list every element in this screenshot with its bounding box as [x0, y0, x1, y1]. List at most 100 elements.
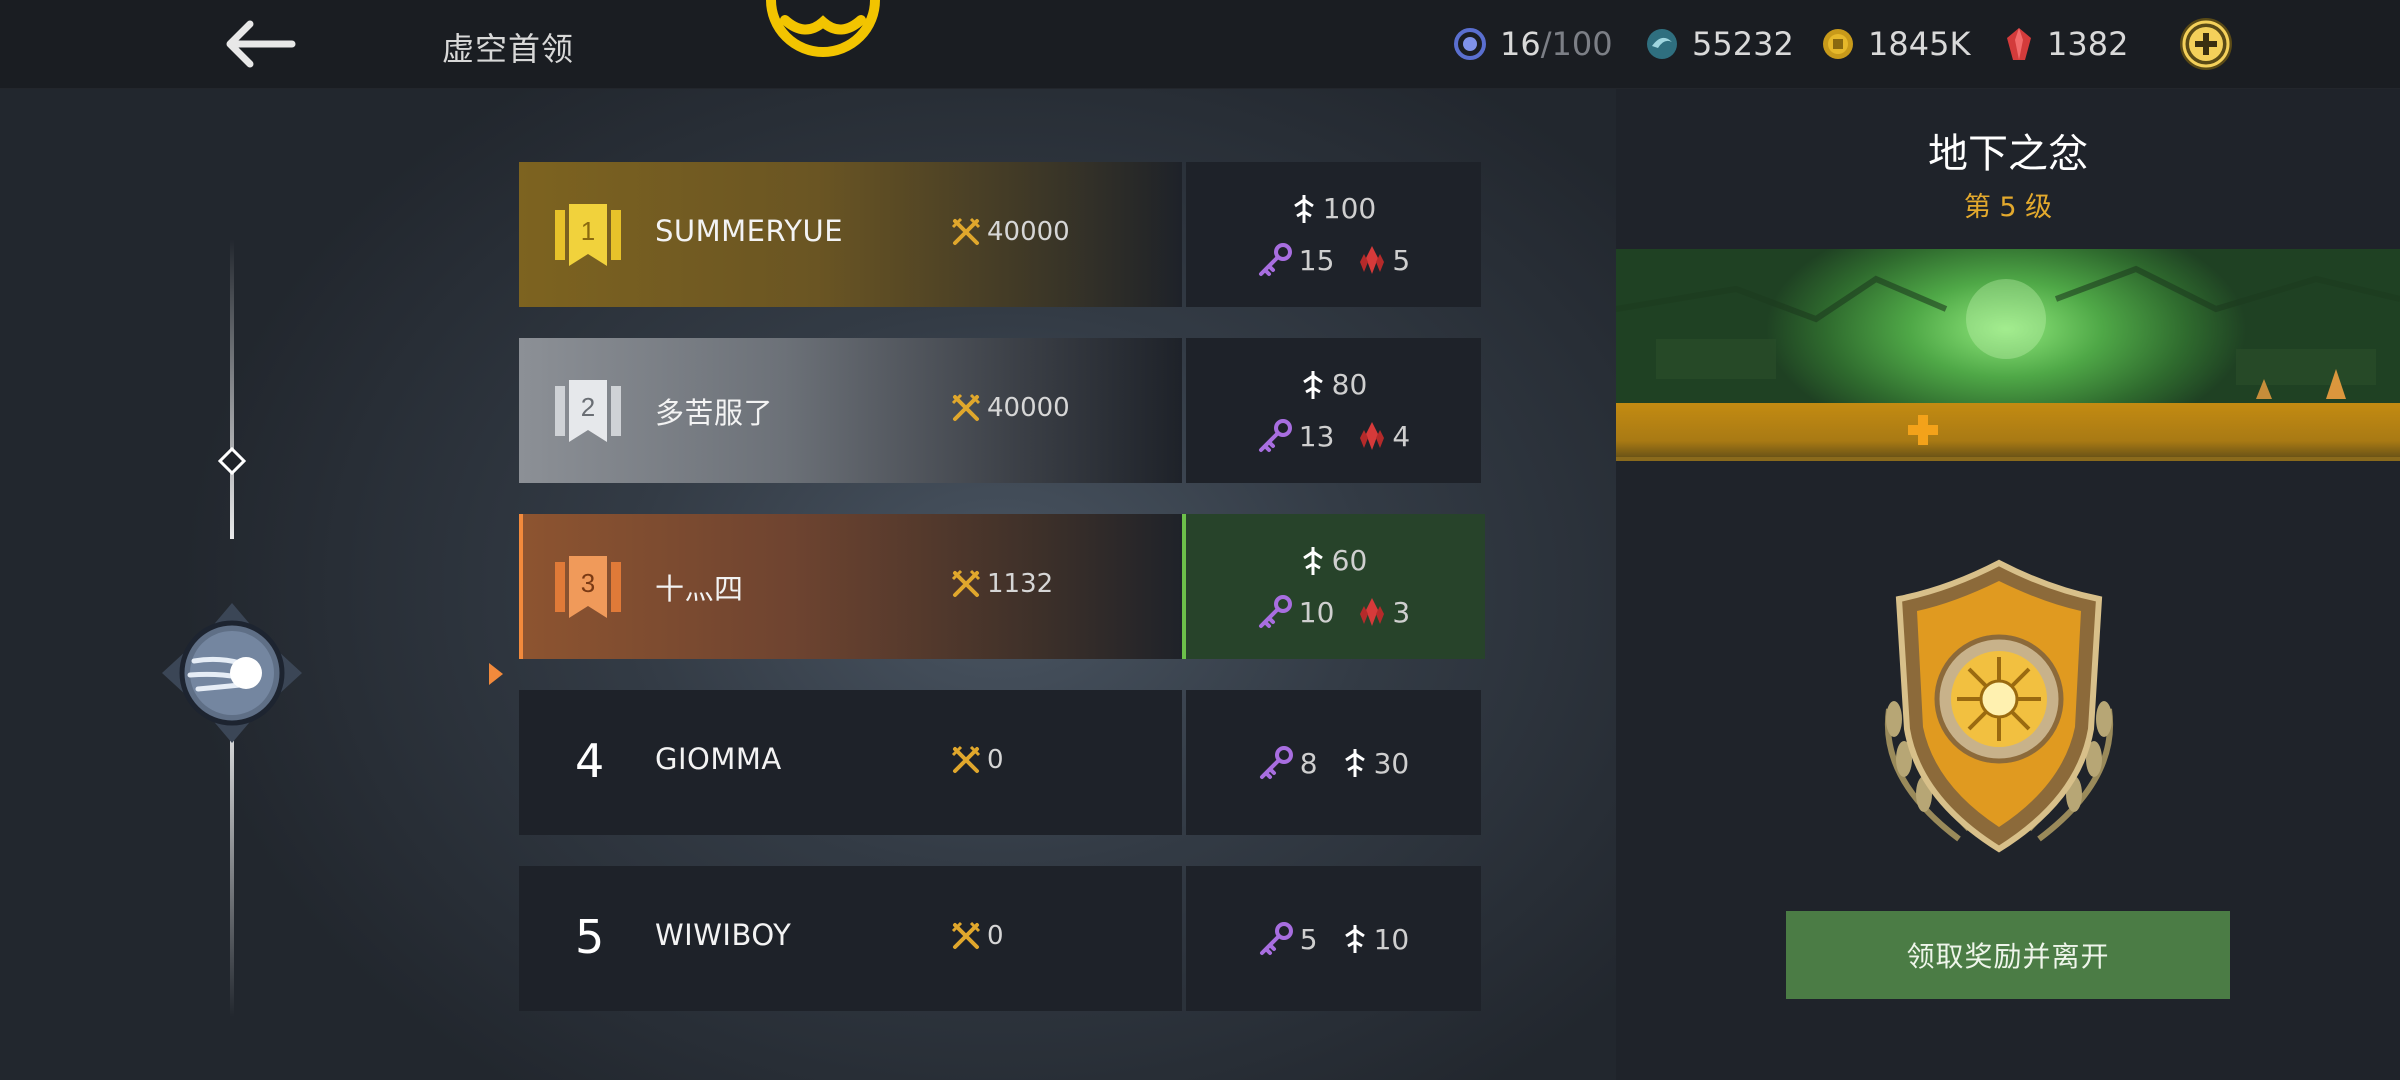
coin-counter: 1845K: [1820, 20, 1970, 68]
player-score: 40000: [951, 393, 1070, 423]
rank-main-cell: 4 GIOMMA 0: [519, 690, 1182, 835]
boss-panel: 地下之忿 第 5 级 领取奖励并离开: [1616, 89, 2400, 1080]
coin-value: 1845K: [1868, 25, 1971, 63]
reward-gems-value: 5: [1392, 243, 1411, 277]
shield-icon: [1884, 559, 2114, 853]
rank-reward-cell: 80 13 4: [1186, 338, 1481, 483]
rank-number: 5: [575, 910, 605, 964]
rank-reward-cell: 5 10: [1186, 866, 1481, 1011]
back-arrow-icon: [226, 20, 296, 68]
orb-value: 55232: [1692, 25, 1794, 63]
player-name: SUMMERYUE: [655, 214, 844, 248]
reward-gems-value: 4: [1392, 419, 1411, 453]
orb-icon: [1647, 29, 1677, 59]
gem-counter: 1382: [2003, 20, 2128, 68]
reward-keys-value: 8: [1299, 746, 1318, 780]
rank-badge-number: 2: [581, 392, 595, 422]
reward-top-value: 60: [1331, 544, 1368, 577]
rank-main-cell: 2 多苦服了 40000: [519, 338, 1182, 483]
boss-image: [1616, 249, 2400, 403]
player-name: GIOMMA: [655, 742, 782, 776]
crystal-icon: [1360, 246, 1385, 274]
crossed-swords-icon: [951, 569, 981, 597]
comet-icon[interactable]: [158, 599, 306, 747]
player-score: 1132: [951, 569, 1053, 599]
current-rank-marker: [489, 663, 503, 685]
reward-top-value: 80: [1331, 368, 1368, 401]
rank-main-cell: 3 十灬四 1132: [519, 514, 1186, 659]
reward-keys-value: 5: [1299, 922, 1318, 956]
energy-separator: /: [1540, 25, 1552, 63]
energy-icon: [1454, 28, 1486, 60]
rank-number: 4: [575, 734, 605, 788]
rank-reward-cell: 8 30: [1186, 690, 1481, 835]
reward-gems-value: 3: [1392, 595, 1411, 629]
coin-icon: [1823, 29, 1853, 59]
gem-value: 1382: [2047, 25, 2129, 63]
rank-badge-number: 3: [581, 568, 595, 598]
rank-reward-cell: 60 10 3: [1182, 514, 1485, 659]
player-name: 十灬四: [655, 572, 744, 606]
stage-track-bottom: [230, 707, 234, 1017]
sword-icon: [1302, 546, 1323, 575]
rank-main-cell: 5 WIWIBOY 0: [519, 866, 1182, 1011]
sword-icon: [1344, 749, 1365, 777]
sword-icon: [1302, 370, 1323, 399]
sword-icon: [1344, 925, 1365, 953]
key-icon: [1258, 419, 1292, 452]
rank-badge-number: 1: [581, 216, 595, 246]
boss-level: 第 5 级: [1963, 192, 2053, 223]
crystal-icon: [1360, 422, 1385, 450]
crossed-swords-icon: [951, 217, 981, 245]
key-icon: [1259, 922, 1293, 955]
key-icon: [1259, 746, 1293, 779]
rank-banner-icon: 1: [555, 204, 621, 266]
claim-reward-button[interactable]: 领取奖励并离开: [1786, 911, 2230, 999]
back-button[interactable]: [220, 14, 300, 74]
page-title: 虚空首领: [442, 30, 575, 68]
crossed-swords-icon: [951, 921, 981, 949]
boss-buff-strip: [1616, 403, 2400, 461]
player-name: WIWIBOY: [655, 918, 792, 952]
gem-icon: [2007, 28, 2031, 60]
sword-icon: [1293, 194, 1314, 223]
energy-counter: 16 / 100: [1452, 20, 1613, 68]
player-name: 多苦服了: [655, 396, 774, 430]
leaderboard-panel: 1 SUMMERYUE 40000 100 15 5 2 多苦服了 40000 …: [0, 89, 1616, 1080]
energy-max: 100: [1551, 25, 1613, 63]
score-value: 40000: [987, 393, 1070, 423]
key-icon: [1258, 243, 1292, 276]
leaderboard-row[interactable]: 5 WIWIBOY 0 5 10: [519, 866, 1481, 1011]
rank-banner-icon: 3: [555, 556, 621, 618]
key-icon: [1258, 595, 1292, 628]
score-value: 0: [987, 745, 1004, 775]
rank-main-cell: 1 SUMMERYUE 40000: [519, 162, 1182, 307]
reward-swords-value: 30: [1373, 746, 1410, 780]
reward-keys-value: 15: [1298, 243, 1335, 277]
stage-node-icon[interactable]: [218, 447, 246, 475]
add-currency-button[interactable]: [2178, 16, 2234, 72]
leaderboard-row[interactable]: 2 多苦服了 40000 80 13 4: [519, 338, 1481, 483]
boss-scene-image: [1616, 265, 2400, 399]
plus-icon: [1908, 415, 1938, 445]
player-score: 0: [951, 745, 1004, 775]
boss-name: 地下之忿: [1928, 131, 2088, 177]
reward-keys-value: 10: [1298, 595, 1335, 629]
crystal-icon: [1360, 598, 1385, 626]
stage-track-top: [230, 239, 234, 539]
rank-banner-icon: 2: [555, 380, 621, 442]
player-score: 40000: [951, 217, 1070, 247]
leaderboard-row[interactable]: 1 SUMMERYUE 40000 100 15 5: [519, 162, 1481, 307]
score-value: 1132: [987, 569, 1054, 599]
leaderboard-row-current[interactable]: 3 十灬四 1132 60 10 3: [519, 514, 1485, 659]
leaderboard-row[interactable]: 4 GIOMMA 0 8 30: [519, 690, 1481, 835]
player-score: 0: [951, 921, 1004, 951]
energy-current: 16: [1500, 25, 1541, 63]
score-value: 0: [987, 921, 1004, 951]
orb-counter: 55232: [1644, 20, 1794, 68]
score-value: 40000: [987, 217, 1070, 247]
reward-top-value: 100: [1322, 192, 1377, 225]
top-bar: 虚空首领 16 / 100 55232 1845K 1382: [0, 0, 2400, 89]
add-icon: [2180, 18, 2232, 70]
crossed-swords-icon: [951, 745, 981, 773]
